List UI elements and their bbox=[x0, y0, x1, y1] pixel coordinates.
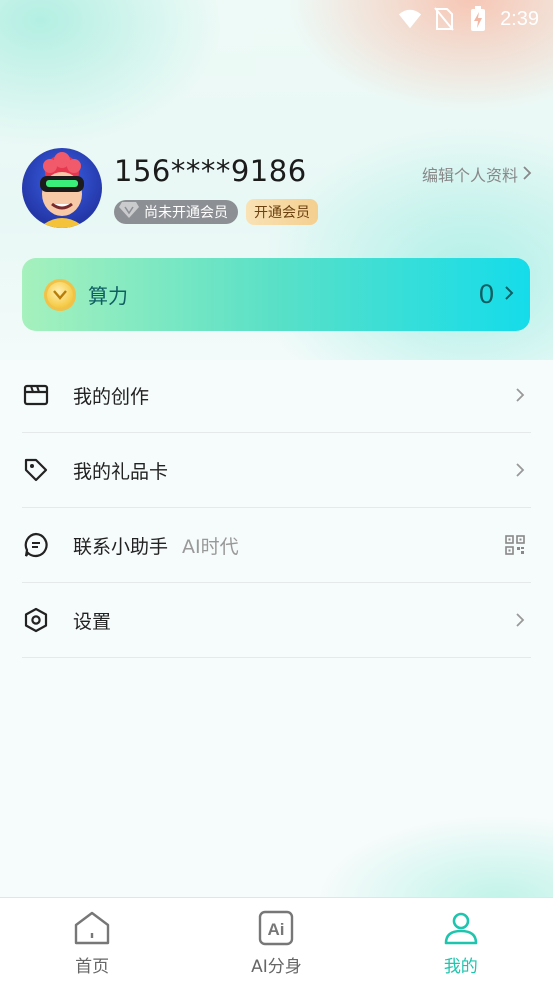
member-status-label: 尚未开通会员 bbox=[144, 205, 228, 221]
battery-charging-icon bbox=[466, 6, 490, 31]
qr-code-icon[interactable] bbox=[505, 535, 525, 555]
hexagon-settings-icon bbox=[22, 606, 50, 634]
clapperboard-icon bbox=[22, 381, 50, 409]
chevron-right-icon bbox=[522, 165, 532, 184]
chat-bubble-icon bbox=[22, 531, 50, 559]
chevron-right-icon bbox=[504, 285, 514, 305]
no-sim-icon bbox=[432, 7, 456, 31]
menu-label: 我的创作 bbox=[73, 385, 150, 408]
open-member-button[interactable]: 开通会员 bbox=[246, 199, 318, 225]
tab-mine[interactable]: 我的 bbox=[369, 898, 553, 983]
clock: 2:39 bbox=[500, 7, 539, 30]
svg-text:Ai: Ai bbox=[268, 920, 285, 939]
bottom-tab-bar: 首页 Ai AI分身 我的 bbox=[0, 897, 553, 983]
edit-profile-link[interactable]: 编辑个人资料 bbox=[422, 162, 532, 186]
chevron-right-icon bbox=[515, 387, 525, 403]
ai-icon: Ai bbox=[256, 908, 296, 948]
menu-item-settings[interactable]: 设置 bbox=[22, 583, 531, 658]
member-badges: 尚未开通会员 开通会员 bbox=[114, 199, 318, 225]
tab-label: 我的 bbox=[443, 957, 478, 977]
menu-item-contact-assistant[interactable]: 联系小助手 AI时代 bbox=[22, 508, 531, 583]
menu-list: 我的创作 我的礼品卡 联系小助手 AI时代 设置 bbox=[22, 358, 531, 658]
menu-sublabel: AI时代 bbox=[182, 535, 239, 558]
avatar[interactable] bbox=[22, 148, 102, 228]
bottom-glow bbox=[0, 700, 553, 900]
compute-label: 算力 bbox=[88, 284, 128, 308]
user-icon bbox=[441, 908, 481, 948]
phone-number: 156****9186 bbox=[114, 154, 307, 188]
diamond-icon bbox=[118, 201, 140, 223]
menu-label: 设置 bbox=[73, 610, 112, 633]
chevron-right-icon bbox=[515, 612, 525, 628]
chevron-right-icon bbox=[515, 462, 525, 478]
menu-label: 联系小助手 bbox=[73, 535, 169, 558]
menu-label: 我的礼品卡 bbox=[73, 460, 169, 483]
profile-section: 156****9186 编辑个人资料 尚未开通会员 开通会员 bbox=[22, 146, 532, 228]
menu-item-my-creations[interactable]: 我的创作 bbox=[22, 358, 531, 433]
tag-icon bbox=[22, 456, 50, 484]
tab-label: AI分身 bbox=[251, 957, 302, 977]
tab-home[interactable]: 首页 bbox=[0, 898, 184, 983]
coin-icon bbox=[44, 278, 76, 311]
edit-profile-label: 编辑个人资料 bbox=[421, 166, 518, 185]
home-icon bbox=[72, 908, 112, 948]
member-status-badge: 尚未开通会员 bbox=[114, 200, 238, 224]
tab-ai-avatar[interactable]: Ai AI分身 bbox=[184, 898, 368, 983]
tab-label: 首页 bbox=[75, 957, 110, 977]
status-bar: 2:39 bbox=[0, 0, 553, 38]
compute-value: 0 bbox=[478, 279, 494, 309]
wifi-icon bbox=[398, 8, 422, 30]
compute-card[interactable]: 算力 0 bbox=[22, 258, 530, 331]
menu-item-gift-card[interactable]: 我的礼品卡 bbox=[22, 433, 531, 508]
